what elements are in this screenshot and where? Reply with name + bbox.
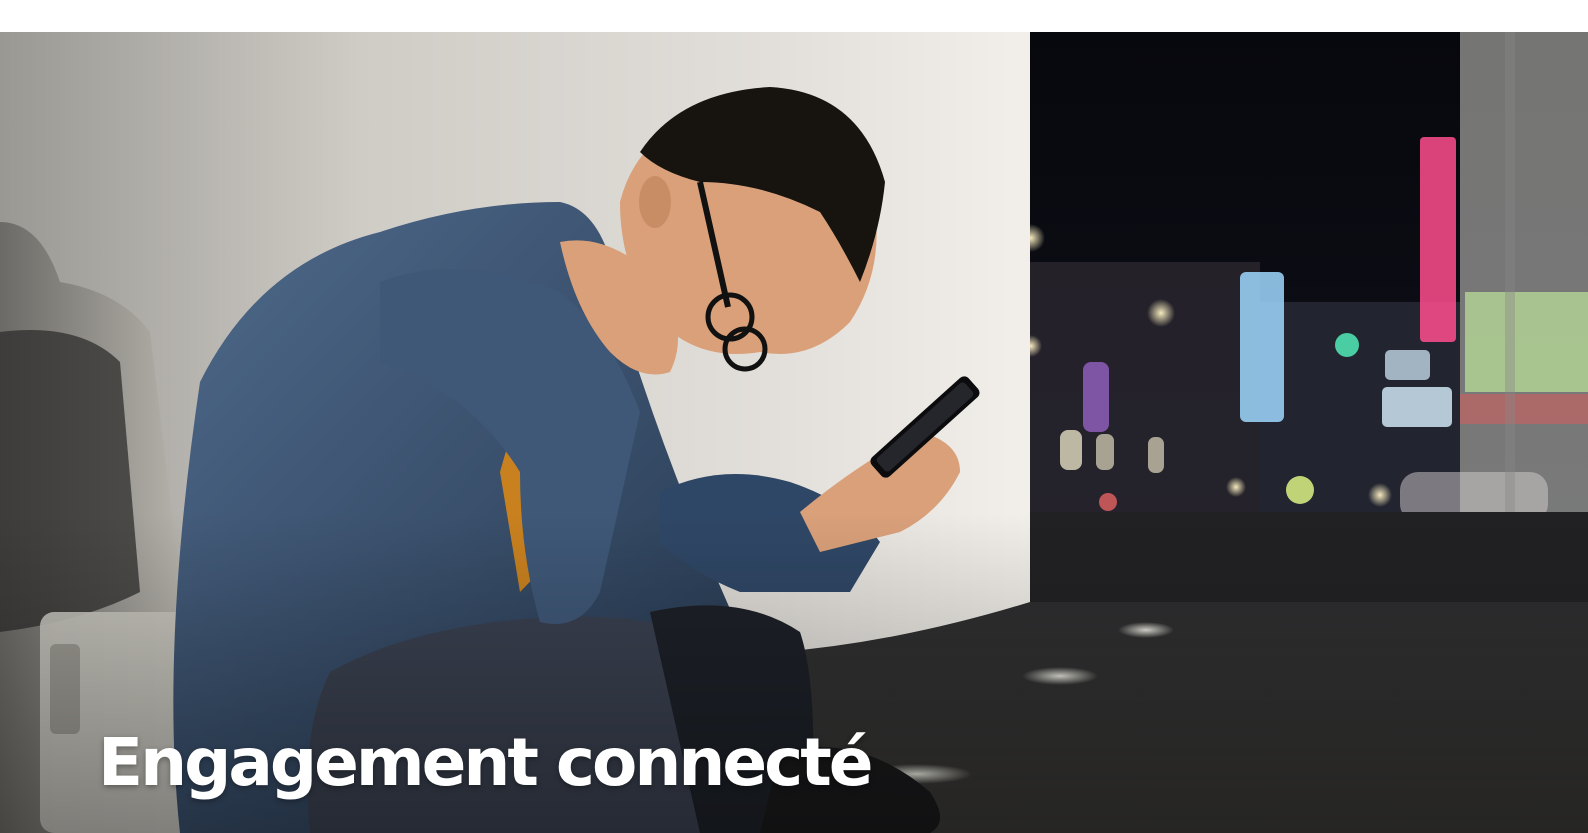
hero-banner: Engagement connecté (0, 32, 1588, 833)
hero-photo (0, 32, 1588, 833)
top-band (0, 0, 1588, 32)
page: Engagement connecté (0, 0, 1588, 833)
hero-title: Engagement connecté (98, 724, 874, 801)
